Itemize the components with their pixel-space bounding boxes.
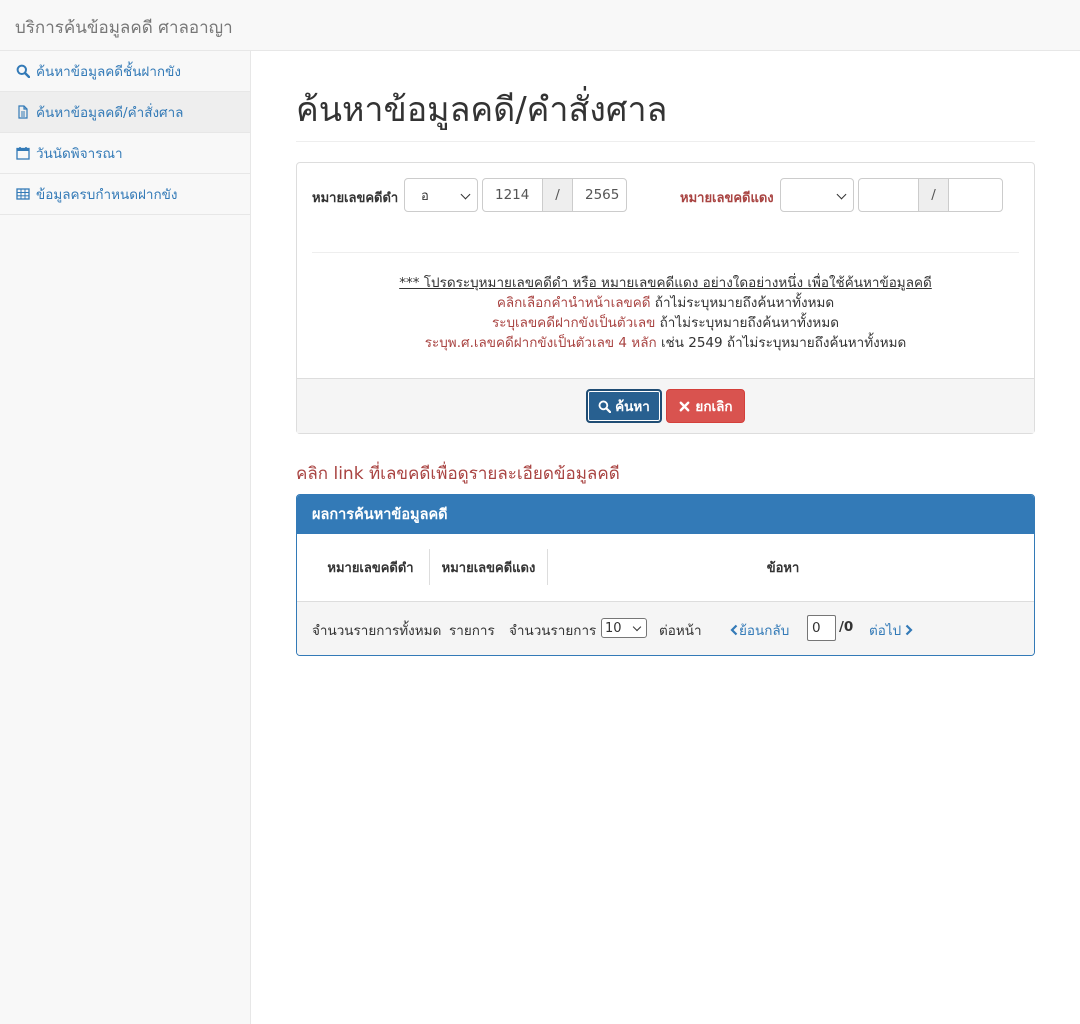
- next-page-link[interactable]: ต่อไป: [869, 619, 914, 641]
- sidebar-item-hearing-dates[interactable]: วันนัดพิจารณา: [0, 133, 250, 174]
- prev-page-label: ย้อนกลับ: [739, 623, 790, 639]
- black-case-year-input[interactable]: 2565: [572, 178, 627, 212]
- column-header-red-case[interactable]: หมายเลขคดีแดง: [430, 549, 548, 585]
- cancel-button[interactable]: ยกเลิก: [666, 389, 745, 423]
- per-page-select[interactable]: 10: [601, 618, 647, 638]
- column-header-black-case[interactable]: หมายเลขคดีดำ: [312, 549, 430, 585]
- case-link-hint: คลิก link ที่เลขคดีเพื่อดูรายละเอียดข้อม…: [296, 464, 620, 484]
- cancel-button-label: ยกเลิก: [695, 399, 733, 415]
- red-case-year-input[interactable]: [948, 178, 1003, 212]
- navbar-brand[interactable]: บริการค้นข้อมูลคดี ศาลอาญา: [15, 14, 233, 41]
- case-number-row: หมายเลขคดีดำ อ 1214 / 2565 หมายเลขคดีแดง…: [312, 178, 1019, 218]
- search-form-footer: ค้นหา ยกเลิก: [297, 378, 1034, 433]
- search-button-label: ค้นหา: [615, 399, 650, 415]
- form-divider: [312, 252, 1019, 253]
- results-heading: ผลการค้นหาข้อมูลคดี: [297, 495, 1034, 534]
- instruction-prefix-rest: ถ้าไม่ระบุหมายถึงค้นหาทั้งหมด: [650, 295, 835, 311]
- page-number-input[interactable]: 0: [807, 615, 836, 641]
- sidebar-item-case-search[interactable]: ค้นหาข้อมูลคดี/คำสั่งศาล: [0, 92, 250, 133]
- red-case-number-input[interactable]: [858, 178, 919, 212]
- instruction-year-red: ระบุพ.ศ.เลขคดีฝากขังเป็นตัวเลข 4 หลัก: [424, 335, 657, 351]
- search-icon: [16, 64, 30, 78]
- instruction-number-red: ระบุเลขคดีฝากขังเป็นตัวเลข: [491, 315, 656, 331]
- results-panel: ผลการค้นหาข้อมูลคดี หมายเลขคดีดำ หมายเลข…: [296, 494, 1035, 656]
- red-case-separator: /: [918, 178, 949, 212]
- black-case-prefix-select[interactable]: อ: [404, 178, 478, 212]
- chevron-left-icon: [730, 624, 738, 636]
- records-unit-label: รายการ: [449, 623, 495, 639]
- column-header-charge[interactable]: ข้อหา: [548, 549, 1018, 585]
- next-page-label: ต่อไป: [869, 623, 902, 639]
- black-case-separator: /: [542, 178, 573, 212]
- pagination-bar: จำนวนรายการทั้งหมด รายการ จำนวนรายการ 10…: [297, 601, 1034, 655]
- search-button[interactable]: ค้นหา: [586, 389, 662, 423]
- sidebar-item-remand-deadline[interactable]: ข้อมูลครบกำหนดฝากขัง: [0, 174, 250, 215]
- instruction-prefix-red: คลิกเลือกคำนำหน้าเลขคดี: [496, 295, 651, 311]
- instruction-number-rest: ถ้าไม่ระบุหมายถึงค้นหาทั้งหมด: [655, 315, 839, 331]
- red-case-label: หมายเลขคดีแดง: [680, 191, 774, 206]
- prev-page-link[interactable]: ย้อนกลับ: [729, 619, 789, 641]
- top-navbar: บริการค้นข้อมูลคดี ศาลอาญา: [0, 0, 1080, 51]
- page-title: ค้นหาข้อมูลคดี/คำสั่งศาล: [296, 89, 1035, 142]
- instruction-main: *** โปรดระบุหมายเลขคดีดำ หรือ หมายเลขคดี…: [399, 275, 932, 291]
- page-total: /0: [839, 619, 854, 635]
- total-records-label: จำนวนรายการทั้งหมด: [312, 623, 442, 639]
- calendar-icon: [16, 146, 30, 160]
- search-instructions: *** โปรดระบุหมายเลขคดีดำ หรือ หมายเลขคดี…: [312, 273, 1019, 353]
- sidebar: ค้นหาข้อมูลคดีชั้นฝากขัง ค้นหาข้อมูลคดี/…: [0, 51, 251, 1024]
- red-case-prefix-select[interactable]: [780, 178, 854, 212]
- chevron-right-icon: [905, 624, 913, 636]
- per-page-suffix: ต่อหน้า: [659, 623, 702, 639]
- search-form-body: หมายเลขคดีดำ อ 1214 / 2565 หมายเลขคดีแดง…: [297, 163, 1034, 378]
- black-case-number-input[interactable]: 1214: [482, 178, 543, 212]
- close-icon: [680, 401, 690, 411]
- sidebar-item-label: ข้อมูลครบกำหนดฝากขัง: [36, 187, 178, 203]
- search-form-panel: หมายเลขคดีดำ อ 1214 / 2565 หมายเลขคดีแดง…: [296, 162, 1035, 434]
- instruction-year-rest: เช่น 2549 ถ้าไม่ระบุหมายถึงค้นหาทั้งหมด: [656, 335, 907, 351]
- sidebar-item-label: วันนัดพิจารณา: [36, 146, 123, 162]
- sidebar-item-label: ค้นหาข้อมูลคดี/คำสั่งศาล: [36, 105, 184, 121]
- black-case-label: หมายเลขคดีดำ: [312, 191, 399, 206]
- search-icon: [598, 400, 612, 413]
- sidebar-item-label: ค้นหาข้อมูลคดีชั้นฝากขัง: [36, 64, 181, 80]
- table-icon: [16, 187, 30, 201]
- sidebar-item-remand-search[interactable]: ค้นหาข้อมูลคดีชั้นฝากขัง: [0, 51, 250, 92]
- main-content: ค้นหาข้อมูลคดี/คำสั่งศาล หมายเลขคดีดำ อ …: [296, 51, 1035, 656]
- file-icon: [16, 105, 30, 119]
- per-page-label: จำนวนรายการ: [509, 623, 597, 639]
- results-table-header: หมายเลขคดีดำ หมายเลขคดีแดง ข้อหา: [297, 534, 1034, 601]
